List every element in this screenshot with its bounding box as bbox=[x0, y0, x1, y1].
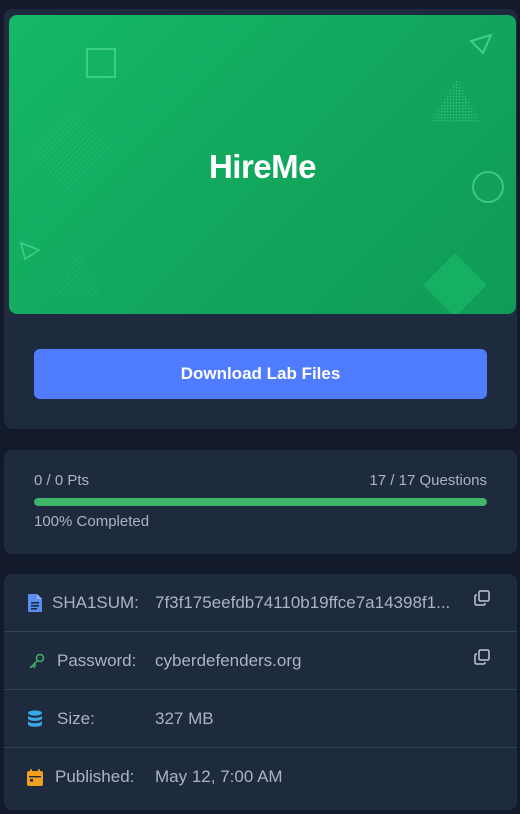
sha1-row: SHA1SUM: 7f3f175eefdb74110b19ffce7a14398… bbox=[4, 574, 517, 632]
password-label: Password: bbox=[57, 650, 137, 670]
lab-info-card: SHA1SUM: 7f3f175eefdb74110b19ffce7a14398… bbox=[4, 574, 517, 810]
password-value: cyberdefenders.org bbox=[155, 650, 302, 670]
sha1-label: SHA1SUM: bbox=[52, 592, 139, 612]
lab-title: HireMe bbox=[208, 148, 317, 185]
password-row: Password: cyberdefenders.org bbox=[4, 632, 517, 690]
progress-stats: 0 / 0 Pts 17 / 17 Questions bbox=[34, 472, 487, 490]
progress-bar-fill bbox=[34, 498, 487, 506]
key-icon bbox=[28, 652, 46, 670]
database-icon bbox=[26, 709, 44, 728]
progress-card: 0 / 0 Pts 17 / 17 Questions 100% Complet… bbox=[4, 450, 517, 554]
copy-icon[interactable] bbox=[474, 649, 490, 665]
calendar-icon bbox=[26, 768, 44, 786]
published-row: Published: May 12, 7:00 AM bbox=[4, 748, 517, 806]
size-label: Size: bbox=[57, 708, 95, 728]
completed-text: 100% Completed bbox=[34, 513, 150, 530]
lab-banner: HireMe bbox=[9, 15, 516, 314]
published-label: Published: bbox=[55, 767, 135, 786]
copy-icon[interactable] bbox=[474, 590, 490, 606]
points-text: 0 / 0 Pts bbox=[34, 472, 90, 489]
sha1-value: 7f3f175eefdb74110b19ffce7a14398f1... bbox=[155, 592, 451, 612]
progress-bar bbox=[34, 498, 487, 506]
size-value: 327 MB bbox=[155, 708, 214, 728]
lab-card: HireMe Download Lab Files bbox=[4, 9, 517, 429]
published-value: May 12, 7:00 AM bbox=[155, 767, 283, 786]
download-lab-files-button[interactable]: Download Lab Files bbox=[34, 349, 487, 399]
size-row: Size: 327 MB bbox=[4, 690, 517, 748]
file-icon bbox=[26, 593, 44, 612]
questions-text: 17 / 17 Questions bbox=[369, 472, 487, 489]
